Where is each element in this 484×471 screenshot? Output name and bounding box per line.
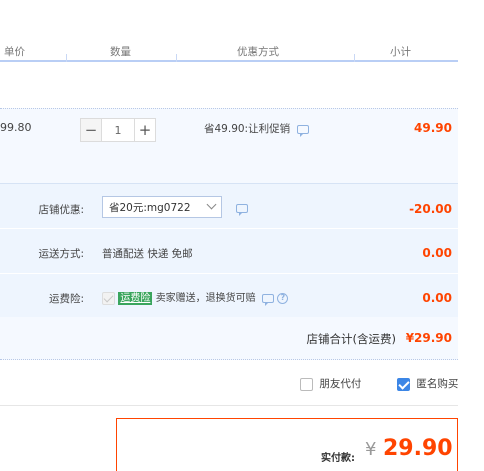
shop-total-amount: ¥29.90 [405,331,452,345]
item-promo: 省49.90:让利促销 [204,121,310,137]
insurance-option: 运费险 卖家赠送，退换货可赔 ? [102,289,289,306]
shipping-amount: 0.00 [422,246,452,260]
quantity-minus-button[interactable]: − [80,118,102,142]
shop-summary: 店铺优惠: -20.00 运送方式: 普通配送 快递 免邮 0.00 运费险: … [0,183,458,317]
help-icon[interactable]: ? [277,292,289,304]
anonymous-checkbox[interactable] [397,377,410,391]
item-subtotal: 49.90 [414,121,452,135]
chat-icon[interactable] [297,124,310,137]
divider [0,405,458,406]
shipping-value: 普通配送 快递 免邮 [102,248,193,260]
header-subtotal: 小计 [390,46,411,58]
shipping-row: 运送方式: 普通配送 快递 免邮 0.00 [0,229,458,274]
insurance-text: 卖家赠送，退换货可赔 [155,293,256,304]
coupon-select[interactable]: 省20元:mg0722 [102,196,222,218]
friend-pay-checkbox[interactable] [300,377,313,391]
chat-icon[interactable] [262,293,275,306]
shop-total-label: 店铺合计(含运费) [306,332,396,346]
header-divider [176,54,177,62]
header-divider [354,54,355,62]
shipping-label: 运送方式: [38,248,84,260]
payment-summary: 实付款: ¥ 29.90 [116,418,458,471]
insurance-row: 运费险: 运费险 卖家赠送，退换货可赔 ? 0.00 [0,274,458,319]
quantity-stepper[interactable]: − 1 + [80,118,156,142]
insurance-label: 运费险: [48,293,84,305]
item-promo-text: 省49.90:让利促销 [204,123,291,135]
header-divider [66,54,67,62]
friend-pay-option[interactable]: 朋友代付 [300,376,361,391]
payment-amount: 29.90 [383,436,453,461]
insurance-checkbox [102,291,115,305]
quantity-input[interactable]: 1 [102,118,134,142]
coupon-row: 店铺优惠: -20.00 [0,184,458,229]
header-quantity: 数量 [110,46,131,58]
column-header-row: 单价 数量 优惠方式 小计 [0,38,458,62]
payment-label: 实付款: [321,453,355,464]
insurance-amount: 0.00 [422,291,452,305]
chat-icon[interactable] [236,204,248,216]
anonymous-label: 匿名购买 [416,378,459,390]
quantity-plus-button[interactable]: + [134,118,156,142]
anonymous-option[interactable]: 匿名购买 [397,376,458,391]
header-unit-price: 单价 [4,46,25,58]
friend-pay-label: 朋友代付 [319,378,362,390]
insurance-tag[interactable]: 运费险 [118,292,153,305]
item-unit-price: 99.80 [0,121,32,134]
coupon-amount: -20.00 [409,202,452,216]
header-discount: 优惠方式 [237,46,279,58]
chevron-down-icon [206,199,217,210]
coupon-select-value: 省20元:mg0722 [109,202,191,214]
payment-currency: ¥ [365,439,377,460]
coupon-label: 店铺优惠: [38,204,84,216]
shop-total-row: 店铺合计(含运费) ¥29.90 [0,317,458,360]
item-row: 99.80 省49.90:让利促销 49.90 [0,108,458,183]
